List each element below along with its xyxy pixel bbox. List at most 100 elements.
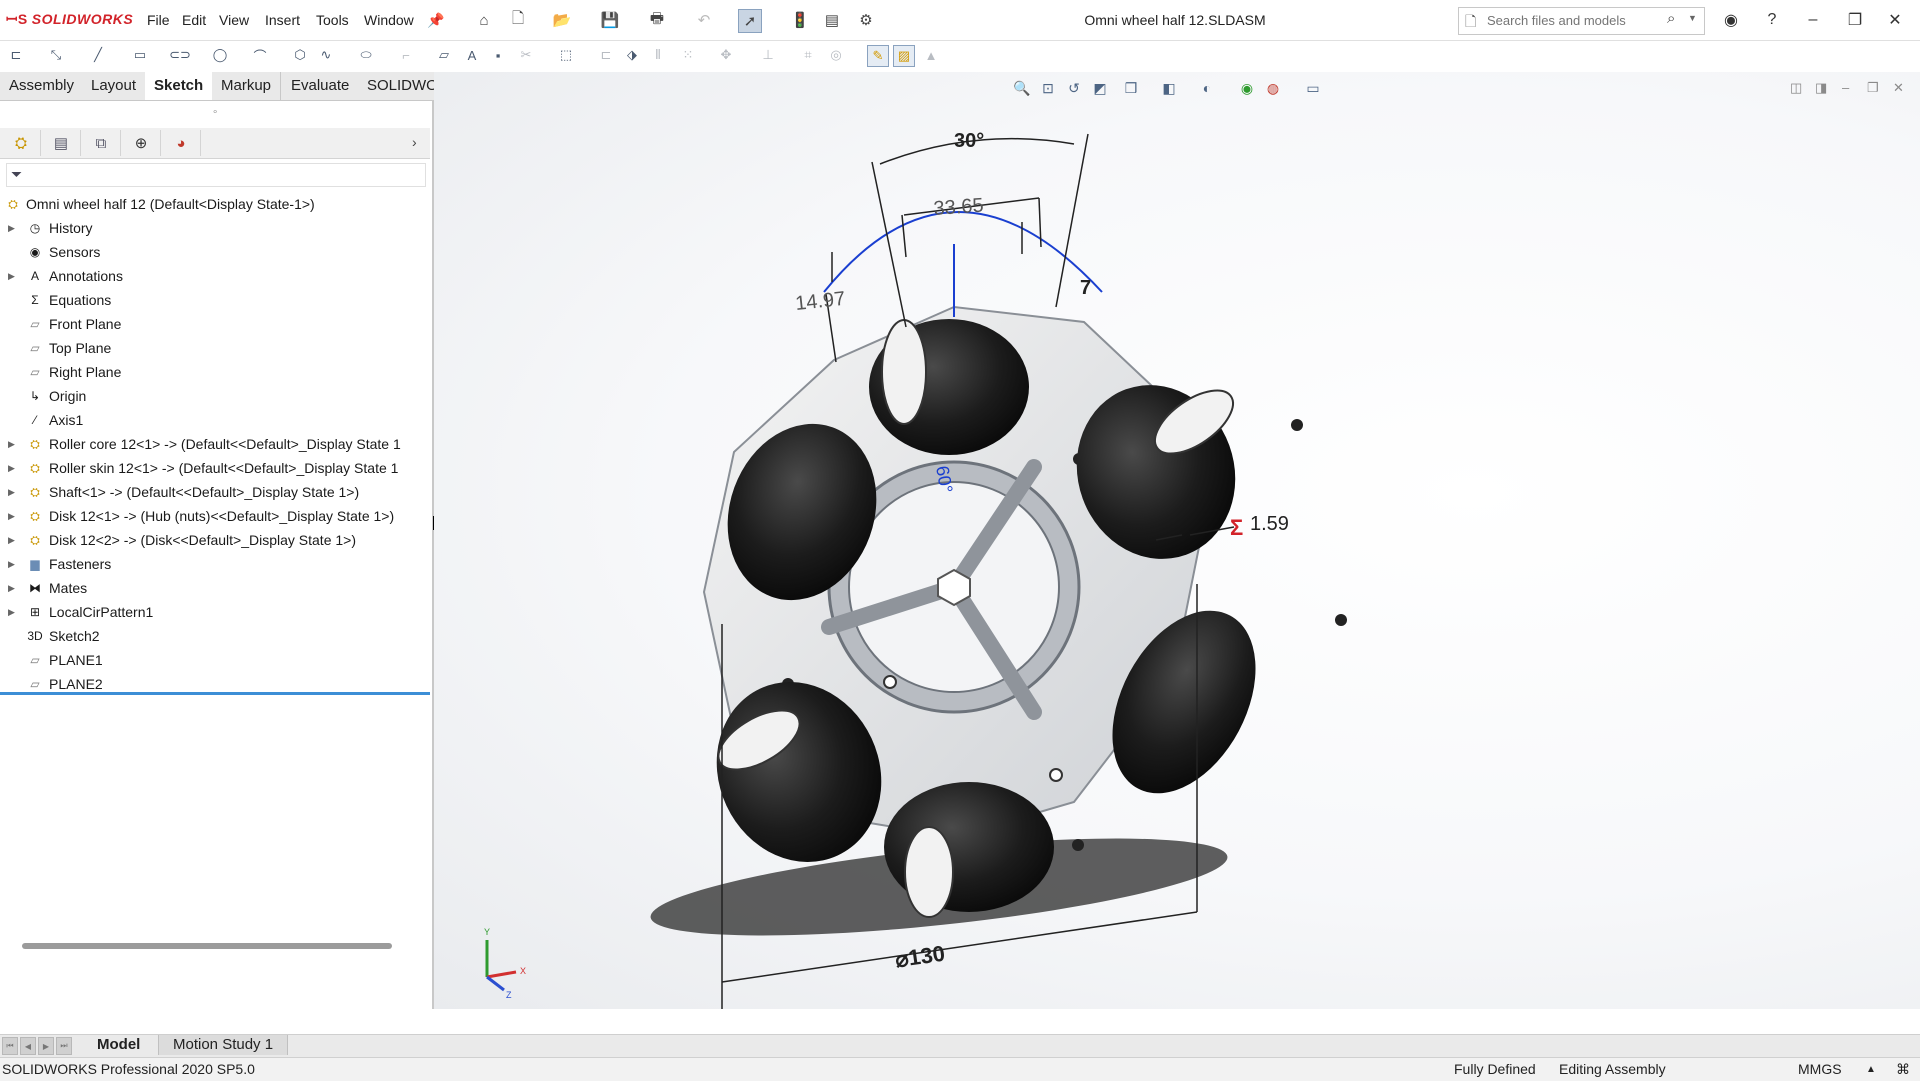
tree-item[interactable]: ▶ A Annotations xyxy=(0,265,430,287)
line-icon[interactable]: ╱ xyxy=(88,45,108,65)
units-dropdown-icon[interactable]: ▲ xyxy=(1866,1064,1876,1075)
tab-markup[interactable]: Markup xyxy=(212,72,282,100)
menu-edit[interactable]: Edit xyxy=(182,12,206,28)
zoom-to-area-icon[interactable]: ⊡ xyxy=(1037,77,1059,99)
section-view-icon[interactable]: ◩ xyxy=(1089,77,1111,99)
expand-arrow-icon[interactable]: ▶ xyxy=(8,433,15,455)
viewport-close-icon[interactable]: ✕ xyxy=(1893,80,1904,96)
zoom-to-fit-icon[interactable]: 🔍 xyxy=(1011,77,1033,99)
minimize-icon[interactable]: – xyxy=(1798,8,1828,32)
print-icon[interactable]: 🖶 xyxy=(646,9,668,31)
expand-arrow-icon[interactable]: ▶ xyxy=(8,217,15,239)
quick-snaps-icon[interactable]: ◎ xyxy=(826,45,846,65)
move-entities-icon[interactable]: ✥ xyxy=(716,45,736,65)
view-orientation-icon[interactable]: ❒ xyxy=(1120,77,1142,99)
linear-pattern-icon[interactable]: ⁙ xyxy=(678,45,698,65)
viewport-tile-left-icon[interactable]: ◫ xyxy=(1790,80,1802,96)
home-icon[interactable]: ⌂ xyxy=(473,9,495,31)
view-settings-icon[interactable]: ▭ xyxy=(1302,77,1324,99)
edit-appearance-icon[interactable]: ◉ xyxy=(1236,77,1258,99)
panel-splitter-handle[interactable]: ∘ xyxy=(212,107,218,118)
tab-evaluate[interactable]: Evaluate xyxy=(282,72,360,100)
graphics-area[interactable]: 30° 33.65 14.97 7 60° Σ 1.59 ⌀130 Y X Z xyxy=(434,72,1920,1009)
repair-sketch-icon[interactable]: ⌗ xyxy=(798,45,818,65)
spline-icon[interactable]: ∿ xyxy=(316,45,336,65)
tree-item[interactable]: ▶ ⛭ Shaft<1> -> (Default<<Default>_Display… xyxy=(0,481,430,503)
trim-icon[interactable]: ✂ xyxy=(516,45,536,65)
dimxpert-tab-icon[interactable]: ⊕ xyxy=(122,130,161,156)
panel-horizontal-scrollbar[interactable] xyxy=(22,943,392,949)
expand-arrow-icon[interactable]: ▶ xyxy=(8,529,15,551)
propertymanager-tab-icon[interactable]: ▤ xyxy=(42,130,81,156)
expand-arrow-icon[interactable]: ▶ xyxy=(8,457,15,479)
apply-scene-icon[interactable]: ◍ xyxy=(1262,77,1284,99)
dimension-thickness-marker[interactable]: Σ xyxy=(1230,515,1243,540)
rapid-sketch-icon[interactable]: ▨ xyxy=(893,45,915,67)
open-icon[interactable]: 📂 xyxy=(551,9,573,31)
expand-arrow-icon[interactable]: ▶ xyxy=(8,481,15,503)
tree-item[interactable]: ▶ ▆ Fasteners xyxy=(0,553,430,575)
menu-tools[interactable]: Tools xyxy=(316,12,349,28)
tab-assembly[interactable]: Assembly xyxy=(0,72,85,100)
tree-item[interactable]: ▱ Right Plane xyxy=(0,361,430,383)
expand-arrow-icon[interactable]: ▶ xyxy=(8,265,15,287)
mirror-icon[interactable]: ⫴ xyxy=(648,45,668,65)
pin-icon[interactable]: 📌 xyxy=(427,12,444,29)
tab-layout[interactable]: Layout xyxy=(82,72,147,100)
save-icon[interactable]: 💾 xyxy=(599,9,621,31)
options-gear-icon[interactable]: ⚙ xyxy=(855,9,877,31)
expand-arrow-icon[interactable]: ▶ xyxy=(8,577,15,599)
point-icon[interactable]: ▪ xyxy=(488,45,508,65)
text-icon[interactable]: A xyxy=(462,45,482,65)
circle-icon[interactable]: ◯ xyxy=(210,45,230,65)
tree-item[interactable]: ▱ PLANE1 xyxy=(0,649,430,671)
plane-sketch-icon[interactable]: ▱ xyxy=(434,45,454,65)
display-relations-icon[interactable]: ⊥ xyxy=(758,45,778,65)
prev-tab-nav-icon[interactable]: ◀ xyxy=(20,1037,36,1055)
arc-icon[interactable]: ⌒ xyxy=(250,45,270,65)
tree-item[interactable]: 3D Sketch2 xyxy=(0,625,430,647)
close-icon[interactable]: ✕ xyxy=(1880,8,1910,32)
viewport-minimize-icon[interactable]: – xyxy=(1842,80,1849,95)
fillet-icon[interactable]: ⌐ xyxy=(396,45,416,65)
tree-item[interactable]: ▶ ⛭ Roller core 12<1> -> (Default<<Default… xyxy=(0,433,430,455)
tab-sketch[interactable]: Sketch xyxy=(145,72,214,100)
tree-item[interactable]: Σ Equations xyxy=(0,289,430,311)
help-icon[interactable]: ? xyxy=(1757,8,1787,32)
filter-icon[interactable]: ⏷ xyxy=(11,166,22,183)
tree-root-assembly[interactable]: ⛭ Omni wheel half 12 (Default<Display Sta… xyxy=(0,193,430,215)
dimension-width[interactable]: 33.65 xyxy=(933,195,984,220)
account-icon[interactable]: ◉ xyxy=(1716,8,1746,32)
tree-item[interactable]: ▱ Front Plane xyxy=(0,313,430,335)
dimension-thickness[interactable]: 1.59 xyxy=(1250,513,1289,535)
dimension-angle[interactable]: 30° xyxy=(954,130,984,152)
display-manager-tab-icon[interactable]: ◕ xyxy=(162,130,201,156)
file-properties-icon[interactable]: ▤ xyxy=(821,9,843,31)
tree-item[interactable]: ▶ ⛭ Roller skin 12<1> -> (Default<<Default… xyxy=(0,457,430,479)
dimension-diameter[interactable]: ⌀130 xyxy=(894,941,947,973)
menu-window[interactable]: Window xyxy=(364,12,414,28)
previous-view-icon[interactable]: ↺ xyxy=(1063,77,1085,99)
slot-icon[interactable]: ⊂⊃ xyxy=(169,45,191,65)
tab-model[interactable]: Model xyxy=(97,1036,140,1053)
tree-item[interactable]: ↳ Origin xyxy=(0,385,430,407)
search-scope-icon[interactable]: 🗋 xyxy=(1465,11,1476,35)
roller-top[interactable] xyxy=(869,319,1029,455)
tree-item[interactable]: ▶ ⛭ Disk 12<1> -> (Hub (nuts)<<Default>_Di… xyxy=(0,505,430,527)
tree-item[interactable]: ▶ ⧓ Mates xyxy=(0,577,430,599)
tab-motion-study-1[interactable]: Motion Study 1 xyxy=(158,1035,289,1055)
solidworks-logo[interactable]: ꟷS SOLIDWORKS xyxy=(6,10,133,29)
viewport-tile-right-icon[interactable]: ◨ xyxy=(1815,80,1827,96)
tree-item[interactable]: ▶ ⛭ Disk 12<2> -> (Disk<<Default>_Display … xyxy=(0,529,430,551)
smart-dimension-icon[interactable]: ⤡ xyxy=(46,45,66,65)
menu-file[interactable]: File xyxy=(147,12,170,28)
search-icon[interactable]: ⌕ xyxy=(1667,10,1675,27)
search-input[interactable] xyxy=(1485,12,1659,29)
tree-item[interactable]: ▶ ⊞ LocalCirPattern1 xyxy=(0,601,430,623)
display-style-icon[interactable]: ◧ xyxy=(1158,77,1180,99)
tree-filter[interactable]: ⏷ xyxy=(6,163,426,187)
units-selector[interactable]: MMGS xyxy=(1798,1061,1842,1077)
expand-arrow-icon[interactable]: ▶ xyxy=(8,505,15,527)
menu-insert[interactable]: Insert xyxy=(265,12,300,28)
select-pointer-icon[interactable]: ➚ xyxy=(738,9,762,33)
